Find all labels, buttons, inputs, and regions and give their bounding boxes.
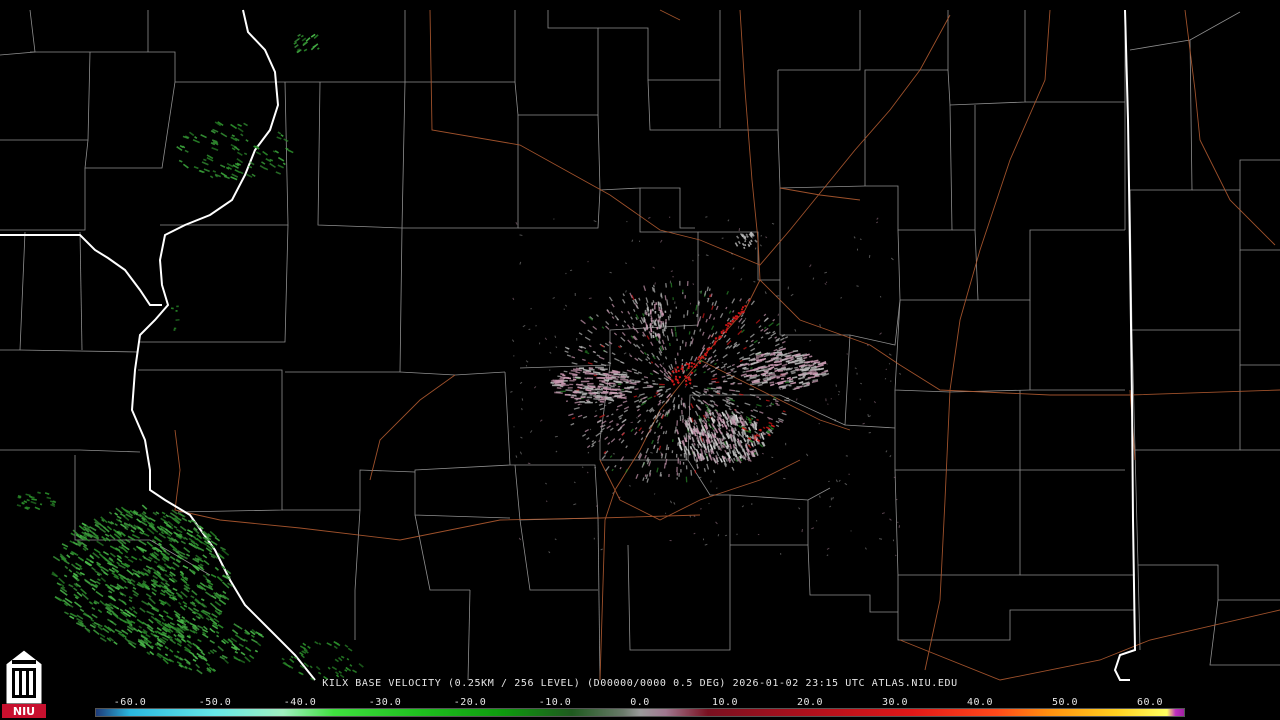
colorbar-tick-label: 40.0 [966,697,994,708]
colorbar-tick-label: 60.0 [1136,697,1164,708]
velocity-colorbar [95,708,1185,717]
product-caption: KILX BASE VELOCITY (0.25KM / 256 LEVEL) … [322,678,958,689]
colorbar-tick-label: 30.0 [881,697,909,708]
colorbar-tick-label: -50.0 [198,697,232,708]
colorbar-tick-label: 0.0 [630,697,650,708]
logo-text: NIU [13,705,35,718]
colorbar-labels: -60.0 -50.0 -40.0 -30.0 -20.0 -10.0 0.0 10.0 20.… [0,697,1280,709]
colorbar-tick-label: 50.0 [1051,697,1079,708]
colorbar-tick-label: -20.0 [453,697,487,708]
radar-map [0,0,1280,720]
niu-logo: NIU [2,649,46,718]
colorbar-tick-label: -60.0 [113,697,147,708]
colorbar-tick-label: 20.0 [796,697,824,708]
logo-tower-icon [5,649,43,705]
colorbar-tick-label: -30.0 [368,697,402,708]
colorbar-tick-label: 10.0 [711,697,739,708]
colorbar-tick-label: -40.0 [283,697,317,708]
colorbar-tick-label: -10.0 [538,697,572,708]
